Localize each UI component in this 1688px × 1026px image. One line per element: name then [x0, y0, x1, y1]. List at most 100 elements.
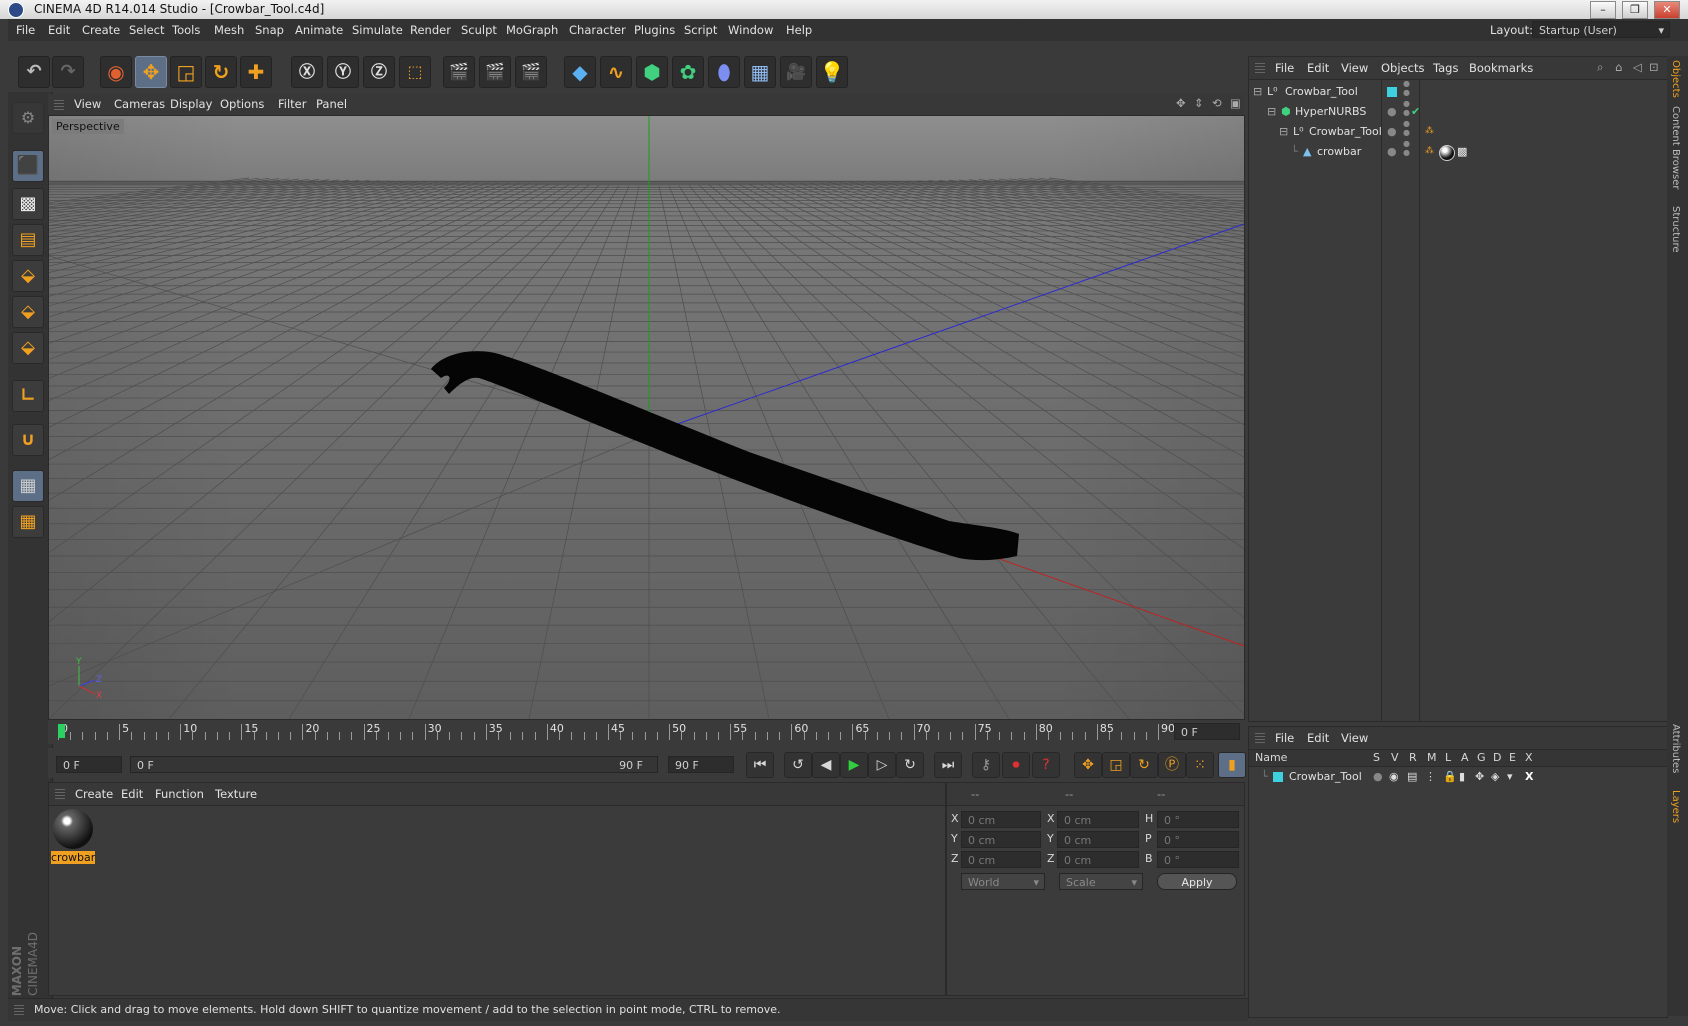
- add-camera-button[interactable]: 🎥: [780, 56, 812, 88]
- menu-snap[interactable]: Snap: [255, 23, 284, 37]
- material-menu-function[interactable]: Function: [155, 787, 204, 801]
- rotate-tool-button[interactable]: ↻: [205, 56, 237, 88]
- collapse-icon[interactable]: ⊟: [1267, 102, 1276, 121]
- object-menu-view[interactable]: View: [1341, 61, 1368, 75]
- menu-create[interactable]: Create: [82, 23, 120, 37]
- column-render[interactable]: R: [1409, 751, 1417, 764]
- menu-animate[interactable]: Animate: [295, 23, 343, 37]
- x-axis-button[interactable]: Ⓧ: [291, 56, 323, 88]
- column-manager[interactable]: M: [1427, 751, 1437, 764]
- size-y-field[interactable]: 0 cm: [1057, 831, 1139, 848]
- viewport-scene[interactable]: Y Z X: [49, 116, 1244, 719]
- object-menu-objects[interactable]: Objects: [1381, 61, 1424, 75]
- generator-icon[interactable]: ✥: [1475, 767, 1484, 786]
- home-icon[interactable]: ⌂: [1615, 60, 1622, 74]
- keyframe-selection-button[interactable]: ?: [1032, 752, 1060, 778]
- render-picture-viewer-button[interactable]: 🎬: [479, 56, 511, 88]
- end-frame-field[interactable]: 90 F: [668, 756, 734, 773]
- column-view[interactable]: V: [1391, 751, 1399, 764]
- uvw-tag-icon[interactable]: ▩: [1457, 142, 1467, 161]
- solo-dot-icon[interactable]: ●: [1373, 767, 1383, 786]
- points-mode-button[interactable]: ⬙: [12, 260, 44, 292]
- menu-sculpt[interactable]: Sculpt: [461, 23, 497, 37]
- viewport-maximize-icon[interactable]: ▣: [1230, 96, 1241, 110]
- loop-forward-button[interactable]: ↻: [896, 752, 924, 778]
- material-menu-texture[interactable]: Texture: [215, 787, 257, 801]
- material-menu-edit[interactable]: Edit: [121, 787, 143, 801]
- axis-mode-button[interactable]: ∟: [12, 380, 44, 412]
- viewport-menu-cameras[interactable]: Cameras: [114, 97, 165, 111]
- column-deformers[interactable]: D: [1493, 751, 1501, 764]
- menu-render[interactable]: Render: [410, 23, 451, 37]
- menu-script[interactable]: Script: [684, 23, 717, 37]
- panel-grip-icon[interactable]: [1255, 63, 1265, 73]
- autokey-button[interactable]: ⏺: [1002, 752, 1030, 778]
- close-button[interactable]: ✕: [1654, 1, 1680, 19]
- menu-edit[interactable]: Edit: [48, 23, 70, 37]
- position-y-field[interactable]: 0 cm: [961, 831, 1041, 848]
- layout-dropdown[interactable]: Startup (User) ▾: [1532, 21, 1670, 38]
- apply-button[interactable]: Apply: [1157, 873, 1237, 890]
- tab-objects[interactable]: Objects: [1670, 60, 1681, 98]
- polygons-mode-button[interactable]: ⬙: [12, 332, 44, 364]
- viewport-rotate-icon[interactable]: ⟲: [1212, 96, 1222, 110]
- start-frame-field[interactable]: 0 F: [56, 756, 122, 773]
- menu-simulate[interactable]: Simulate: [352, 23, 403, 37]
- tab-attributes[interactable]: Attributes: [1670, 724, 1681, 773]
- layer-dot-icon[interactable]: ●: [1387, 122, 1397, 141]
- make-editable-button[interactable]: ⚙: [12, 102, 44, 134]
- object-menu-bookmarks[interactable]: Bookmarks: [1469, 61, 1533, 75]
- y-axis-button[interactable]: Ⓨ: [327, 56, 359, 88]
- step-back-button[interactable]: ◀: [812, 752, 840, 778]
- collapse-icon[interactable]: ⊟: [1253, 82, 1262, 101]
- minimize-button[interactable]: –: [1590, 1, 1616, 19]
- add-array-button[interactable]: ✿: [672, 56, 704, 88]
- tree-row-crowbar-tool-root[interactable]: ⊟ L⁰ Crowbar_Tool ● ●: [1249, 79, 1667, 101]
- coordinate-system-button[interactable]: ⬚: [399, 56, 431, 88]
- add-scene-floor-button[interactable]: ▦: [744, 56, 776, 88]
- viewport-menu-filter[interactable]: Filter: [278, 97, 306, 111]
- visibility-dots-icon[interactable]: ● ●: [1403, 139, 1410, 157]
- size-z-field[interactable]: 0 cm: [1057, 851, 1139, 868]
- deformer-icon[interactable]: ◈: [1491, 767, 1499, 786]
- layer-color-swatch[interactable]: [1387, 87, 1397, 97]
- restore-button[interactable]: ❐: [1622, 1, 1648, 19]
- key-scale-button[interactable]: ◲: [1102, 752, 1130, 778]
- visibility-dots-icon[interactable]: ● ●: [1403, 119, 1410, 137]
- menu-plugins[interactable]: Plugins: [634, 23, 675, 37]
- rotation-p-field[interactable]: 0 °: [1157, 831, 1239, 848]
- layer-dot-icon[interactable]: ●: [1387, 142, 1397, 161]
- object-menu-tags[interactable]: Tags: [1433, 61, 1458, 75]
- material-menu-create[interactable]: Create: [75, 787, 113, 801]
- new-window-icon[interactable]: ⊡: [1649, 60, 1659, 74]
- rotation-b-field[interactable]: 0 °: [1157, 851, 1239, 868]
- menu-mesh[interactable]: Mesh: [214, 23, 244, 37]
- lock-icon[interactable]: 🔒: [1443, 767, 1457, 786]
- expression-icon[interactable]: ▾: [1507, 767, 1513, 786]
- manager-tree-icon[interactable]: ⋮: [1425, 767, 1436, 786]
- position-z-field[interactable]: 0 cm: [961, 851, 1041, 868]
- edges-mode-button[interactable]: ⬙: [12, 296, 44, 328]
- enabled-check-icon[interactable]: ✔: [1411, 102, 1420, 121]
- timeline-playhead[interactable]: [58, 724, 65, 738]
- viewport-pan-icon[interactable]: ✥: [1176, 96, 1186, 110]
- tree-row-crowbar[interactable]: └ ▲ crowbar ● ● ● ⁂ ▩: [1249, 139, 1667, 161]
- collapse-icon[interactable]: ⊟: [1279, 122, 1288, 141]
- key-position-button[interactable]: ✥: [1074, 752, 1102, 778]
- add-deformer-button[interactable]: ⬮: [708, 56, 740, 88]
- column-generators[interactable]: G: [1477, 751, 1486, 764]
- xref-icon[interactable]: X: [1525, 767, 1533, 786]
- coordinate-space-dropdown[interactable]: World ▾: [961, 873, 1045, 890]
- rotation-h-field[interactable]: 0 °: [1157, 811, 1239, 828]
- current-frame-field[interactable]: 0 F: [1174, 723, 1240, 740]
- layer-color-swatch[interactable]: [1273, 772, 1283, 782]
- tab-layers[interactable]: Layers: [1670, 790, 1681, 823]
- column-animation[interactable]: A: [1461, 751, 1469, 764]
- recent-tool-button[interactable]: ✚: [240, 56, 272, 88]
- viewport-menu-panel[interactable]: Panel: [316, 97, 347, 111]
- render-clapper-icon[interactable]: ▤: [1407, 767, 1417, 786]
- tree-row-crowbar-tool-child[interactable]: ⊟ L⁰ Crowbar_Tool ● ● ● ⁂: [1249, 119, 1667, 141]
- tab-structure[interactable]: Structure: [1670, 206, 1681, 253]
- viewport-menu-options[interactable]: Options: [220, 97, 264, 111]
- column-xref[interactable]: X: [1525, 751, 1533, 764]
